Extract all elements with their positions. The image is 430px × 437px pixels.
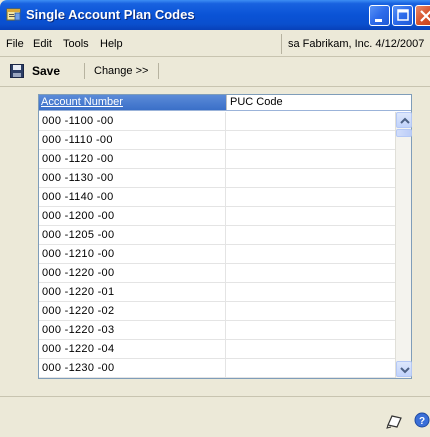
table-row[interactable]: 000 -1120 -00 <box>39 150 395 169</box>
puc-code-cell[interactable] <box>226 321 395 339</box>
save-button[interactable]: Save <box>32 64 60 78</box>
puc-code-cell[interactable] <box>226 226 395 244</box>
toolbar: Save Change >> <box>0 58 430 84</box>
scroll-up-button[interactable] <box>396 112 412 128</box>
menu-file[interactable]: File <box>6 38 24 50</box>
table-row[interactable]: 000 -1200 -00 <box>39 207 395 226</box>
menu-tools-label: Tools <box>63 38 89 50</box>
help-icon[interactable]: ? <box>414 412 430 428</box>
vertical-scrollbar[interactable] <box>395 112 412 378</box>
table-row[interactable]: 000 -1110 -00 <box>39 131 395 150</box>
column-header-puc-code: PUC Code <box>226 95 411 110</box>
puc-code-cell[interactable] <box>226 245 395 263</box>
table-row[interactable]: 000 -1220 -04 <box>39 340 395 359</box>
chevron-up-icon <box>400 117 410 124</box>
account-number-cell[interactable]: 000 -1120 -00 <box>39 150 226 168</box>
account-number-cell[interactable]: 000 -1220 -00 <box>39 264 226 282</box>
close-icon <box>420 10 430 22</box>
app-window-icon <box>6 7 22 23</box>
table-row[interactable]: 000 -1220 -02 <box>39 302 395 321</box>
toolbar-divider <box>0 86 430 87</box>
menu-edit[interactable]: Edit <box>33 38 52 50</box>
table-row[interactable]: 000 -1130 -00 <box>39 169 395 188</box>
account-number-cell[interactable]: 000 -1130 -00 <box>39 169 226 187</box>
maximize-icon <box>397 9 409 21</box>
menu-help-label: Help <box>100 38 123 50</box>
puc-code-cell[interactable] <box>226 169 395 187</box>
puc-code-cell[interactable] <box>226 188 395 206</box>
account-number-cell[interactable]: 000 -1220 -04 <box>39 340 226 358</box>
menu-help[interactable]: Help <box>100 38 123 50</box>
status-divider <box>0 396 430 397</box>
puc-code-cell[interactable] <box>226 283 395 301</box>
grid-header: Account Number PUC Code <box>39 95 411 111</box>
puc-code-cell[interactable] <box>226 207 395 225</box>
puc-code-cell[interactable] <box>226 340 395 358</box>
table-row[interactable]: 000 -1220 -01 <box>39 283 395 302</box>
account-number-cell[interactable]: 000 -1200 -00 <box>39 207 226 225</box>
account-number-cell[interactable]: 000 -1220 -01 <box>39 283 226 301</box>
account-number-cell[interactable]: 000 -1220 -02 <box>39 302 226 320</box>
title-bar[interactable]: Single Account Plan Codes <box>0 0 430 30</box>
account-plan-grid: Account Number PUC Code 000 -1100 -00 000… <box>38 94 412 379</box>
chevron-down-icon <box>400 367 410 374</box>
menu-divider <box>0 56 430 57</box>
table-row[interactable]: 000 -1220 -00 <box>39 264 395 283</box>
minimize-button[interactable] <box>369 5 390 26</box>
account-number-cell[interactable]: 000 -1220 -03 <box>39 321 226 339</box>
single-account-plan-codes-window: Single Account Plan Codes File Edit Tool… <box>0 0 430 437</box>
maximize-button[interactable] <box>392 5 413 26</box>
table-row[interactable]: 000 -1100 -00 <box>39 112 395 131</box>
puc-code-cell[interactable] <box>226 112 395 130</box>
account-number-cell[interactable]: 000 -1210 -00 <box>39 245 226 263</box>
puc-code-cell[interactable] <box>226 302 395 320</box>
table-row[interactable]: 000 -1140 -00 <box>39 188 395 207</box>
window-title: Single Account Plan Codes <box>26 7 195 22</box>
toolbar-separator <box>84 63 85 79</box>
svg-text:?: ? <box>419 416 425 427</box>
menu-file-label: File <box>6 38 24 50</box>
menu-edit-label: Edit <box>33 38 52 50</box>
user-company-date: sa Fabrikam, Inc. 4/12/2007 <box>281 34 430 54</box>
puc-code-cell[interactable] <box>226 264 395 282</box>
scroll-down-button[interactable] <box>396 361 412 377</box>
puc-code-cell[interactable] <box>226 150 395 168</box>
column-header-account-number[interactable]: Account Number <box>41 96 226 108</box>
account-number-cell[interactable]: 000 -1110 -00 <box>39 131 226 149</box>
puc-code-cell[interactable] <box>226 359 395 377</box>
table-row[interactable]: 000 -1205 -00 <box>39 226 395 245</box>
toolbar-separator <box>158 63 159 79</box>
account-number-cell[interactable]: 000 -1140 -00 <box>39 188 226 206</box>
table-row[interactable]: 000 -1210 -00 <box>39 245 395 264</box>
account-number-cell[interactable]: 000 -1205 -00 <box>39 226 226 244</box>
close-button[interactable] <box>415 5 430 26</box>
grid-body: 000 -1100 -00 000 -1110 -00 000 -1120 -00 0… <box>39 112 395 378</box>
account-number-cell[interactable]: 000 -1230 -00 <box>39 359 226 377</box>
table-row[interactable]: 000 -1220 -03 <box>39 321 395 340</box>
save-icon[interactable] <box>10 64 24 78</box>
minimize-icon <box>375 19 382 22</box>
note-icon[interactable] <box>385 413 403 429</box>
puc-code-cell[interactable] <box>226 131 395 149</box>
table-row[interactable]: 000 -1230 -00 <box>39 359 395 378</box>
account-number-cell[interactable]: 000 -1100 -00 <box>39 112 226 130</box>
change-button[interactable]: Change >> <box>94 65 148 77</box>
menu-tools[interactable]: Tools <box>63 38 89 50</box>
scroll-thumb[interactable] <box>396 129 412 137</box>
